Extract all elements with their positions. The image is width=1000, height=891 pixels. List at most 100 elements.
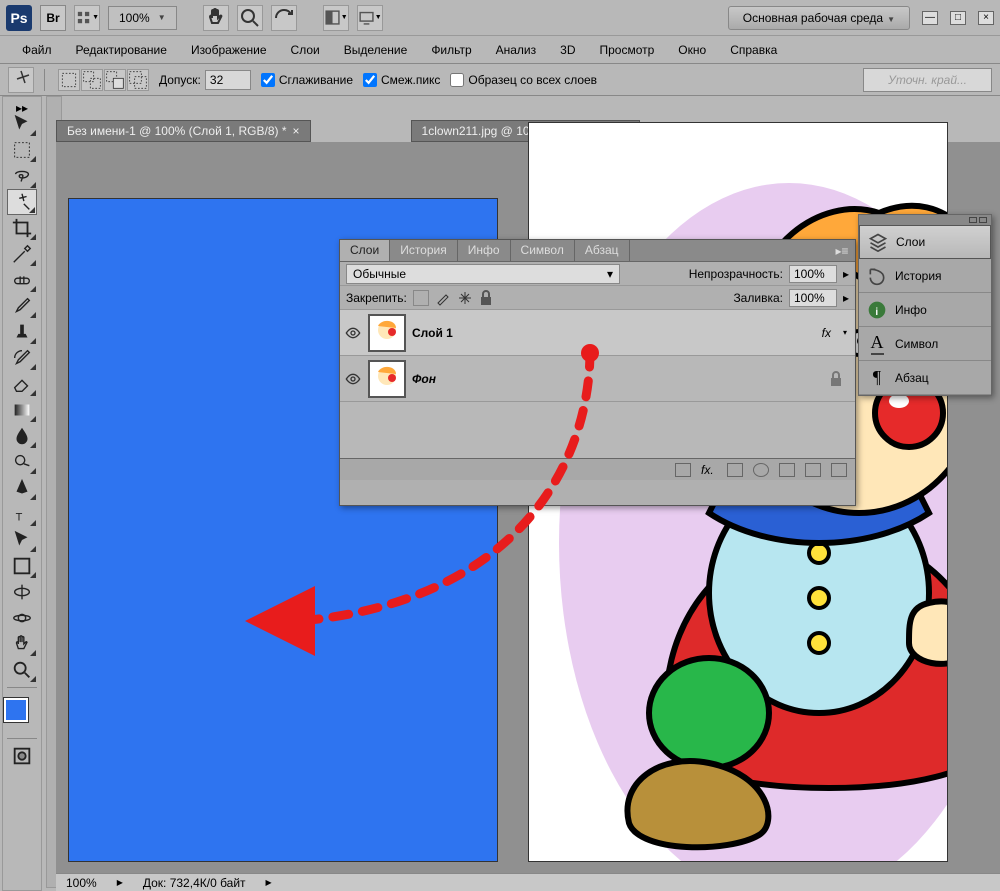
sample-all-checkbox[interactable]: Образец со всех слоев [450, 73, 597, 87]
refine-edge-button[interactable]: Уточн. край... [863, 68, 992, 92]
status-zoom[interactable]: 100% [66, 876, 97, 890]
layers-panel[interactable]: Слои История Инфо Символ Абзац ▸≡ Обычны… [339, 239, 856, 506]
blur-tool[interactable] [7, 423, 37, 449]
tools-grip[interactable]: ▸▸ [7, 101, 37, 111]
history-brush-tool[interactable] [7, 345, 37, 371]
view-extras-button[interactable]: ▼ [74, 5, 100, 31]
panel-tab-layers[interactable]: Слои [340, 240, 390, 261]
pen-tool[interactable] [7, 475, 37, 501]
current-tool-icon[interactable] [8, 67, 34, 93]
selection-intersect-icon[interactable] [127, 69, 149, 91]
maximize-button[interactable]: □ [950, 11, 966, 25]
screen-mode-icon[interactable]: ▼ [357, 5, 383, 31]
layer-thumbnail[interactable] [368, 314, 406, 352]
marquee-tool[interactable] [7, 137, 37, 163]
visibility-toggle-icon[interactable] [344, 324, 362, 342]
document-tab-1[interactable]: Без имени-1 @ 100% (Слой 1, RGB/8) *× [56, 120, 311, 142]
panel-tab-info[interactable]: Инфо [458, 240, 511, 261]
arrange-documents-icon[interactable]: ▼ [323, 5, 349, 31]
3d-rotate-tool[interactable] [7, 579, 37, 605]
foreground-color[interactable] [4, 698, 28, 722]
clone-stamp-tool[interactable] [7, 319, 37, 345]
layer-name[interactable]: Фон [412, 372, 823, 386]
zoom-level[interactable]: 100% [108, 6, 177, 30]
layer-group-icon[interactable] [779, 463, 795, 477]
selection-add-icon[interactable] [81, 69, 103, 91]
panel-tab-character[interactable]: Символ [511, 240, 575, 261]
bridge-button[interactable]: Br [40, 5, 66, 31]
layer-row[interactable]: Фон [340, 356, 855, 402]
opacity-flyout-icon[interactable]: ▸ [843, 267, 849, 281]
dock-header[interactable] [859, 215, 991, 225]
color-swatches[interactable] [4, 698, 40, 734]
3d-orbit-tool[interactable] [7, 605, 37, 631]
delete-layer-icon[interactable] [831, 463, 847, 477]
lock-all-icon[interactable] [479, 290, 493, 306]
adjustment-layer-icon[interactable] [753, 463, 769, 477]
menu-image[interactable]: Изображение [179, 39, 279, 61]
layer-name[interactable]: Слой 1 [412, 326, 816, 340]
menu-file[interactable]: Файл [10, 39, 64, 61]
lock-position-icon[interactable] [457, 290, 473, 306]
menu-view[interactable]: Просмотр [587, 39, 666, 61]
dodge-tool[interactable] [7, 449, 37, 475]
path-selection-tool[interactable] [7, 527, 37, 553]
brush-tool[interactable] [7, 293, 37, 319]
blend-mode-dropdown[interactable]: Обычные▾ [346, 264, 620, 284]
menu-edit[interactable]: Редактирование [64, 39, 179, 61]
dock-item-layers[interactable]: Слои [859, 225, 991, 259]
minimize-button[interactable]: — [922, 11, 938, 25]
shape-tool[interactable] [7, 553, 37, 579]
type-tool[interactable]: T [7, 501, 37, 527]
fill-flyout-icon[interactable]: ▸ [843, 291, 849, 305]
hand-tool[interactable] [7, 631, 37, 657]
hand-tool-icon[interactable] [203, 5, 229, 31]
eraser-tool[interactable] [7, 371, 37, 397]
lock-pixels-icon[interactable] [435, 290, 451, 306]
crop-tool[interactable] [7, 215, 37, 241]
menu-select[interactable]: Выделение [332, 39, 420, 61]
visibility-toggle-icon[interactable] [344, 370, 362, 388]
selection-subtract-icon[interactable] [104, 69, 126, 91]
layer-mask-icon[interactable] [727, 463, 743, 477]
close-button[interactable]: × [978, 11, 994, 25]
contiguous-checkbox[interactable]: Смеж.пикс [363, 73, 440, 87]
menu-filter[interactable]: Фильтр [419, 39, 483, 61]
selection-new-icon[interactable] [58, 69, 80, 91]
panel-tab-history[interactable]: История [390, 240, 458, 261]
layer-thumbnail[interactable] [368, 360, 406, 398]
close-tab-icon[interactable]: × [293, 124, 300, 138]
dock-item-character[interactable]: A Символ [859, 327, 991, 361]
zoom-tool-icon[interactable] [237, 5, 263, 31]
workspace-switcher[interactable]: Основная рабочая среда [728, 6, 910, 30]
menu-help[interactable]: Справка [718, 39, 789, 61]
layer-row[interactable]: Слой 1 fx ▾ [340, 310, 855, 356]
opacity-input[interactable] [789, 265, 837, 283]
zoom-tool[interactable] [7, 657, 37, 683]
dock-item-info[interactable]: i Инфо [859, 293, 991, 327]
dock-item-history[interactable]: История [859, 259, 991, 293]
layer-fx-indicator[interactable]: fx [822, 326, 831, 340]
menu-3d[interactable]: 3D [548, 39, 587, 61]
lasso-tool[interactable] [7, 163, 37, 189]
healing-brush-tool[interactable] [7, 267, 37, 293]
tolerance-input[interactable] [205, 70, 251, 90]
lock-transparency-icon[interactable] [413, 290, 429, 306]
layer-fx-chevron-icon[interactable]: ▾ [843, 328, 847, 337]
move-tool[interactable] [7, 111, 37, 137]
magic-wand-tool[interactable] [7, 189, 37, 215]
status-doc-size[interactable]: Док: 732,4К/0 байт [143, 876, 246, 890]
panel-tab-paragraph[interactable]: Абзац [575, 240, 630, 261]
dock-item-paragraph[interactable]: ¶ Абзац [859, 361, 991, 395]
link-layers-icon[interactable] [675, 463, 691, 477]
eyedropper-tool[interactable] [7, 241, 37, 267]
menu-analysis[interactable]: Анализ [484, 39, 549, 61]
panel-menu-icon[interactable]: ▸≡ [829, 240, 855, 261]
layer-style-icon[interactable]: fx. [701, 463, 717, 477]
quick-mask-toggle[interactable] [7, 743, 37, 769]
gradient-tool[interactable] [7, 397, 37, 423]
fill-input[interactable] [789, 289, 837, 307]
new-layer-icon[interactable] [805, 463, 821, 477]
menu-layers[interactable]: Слои [279, 39, 332, 61]
menu-window[interactable]: Окно [666, 39, 718, 61]
